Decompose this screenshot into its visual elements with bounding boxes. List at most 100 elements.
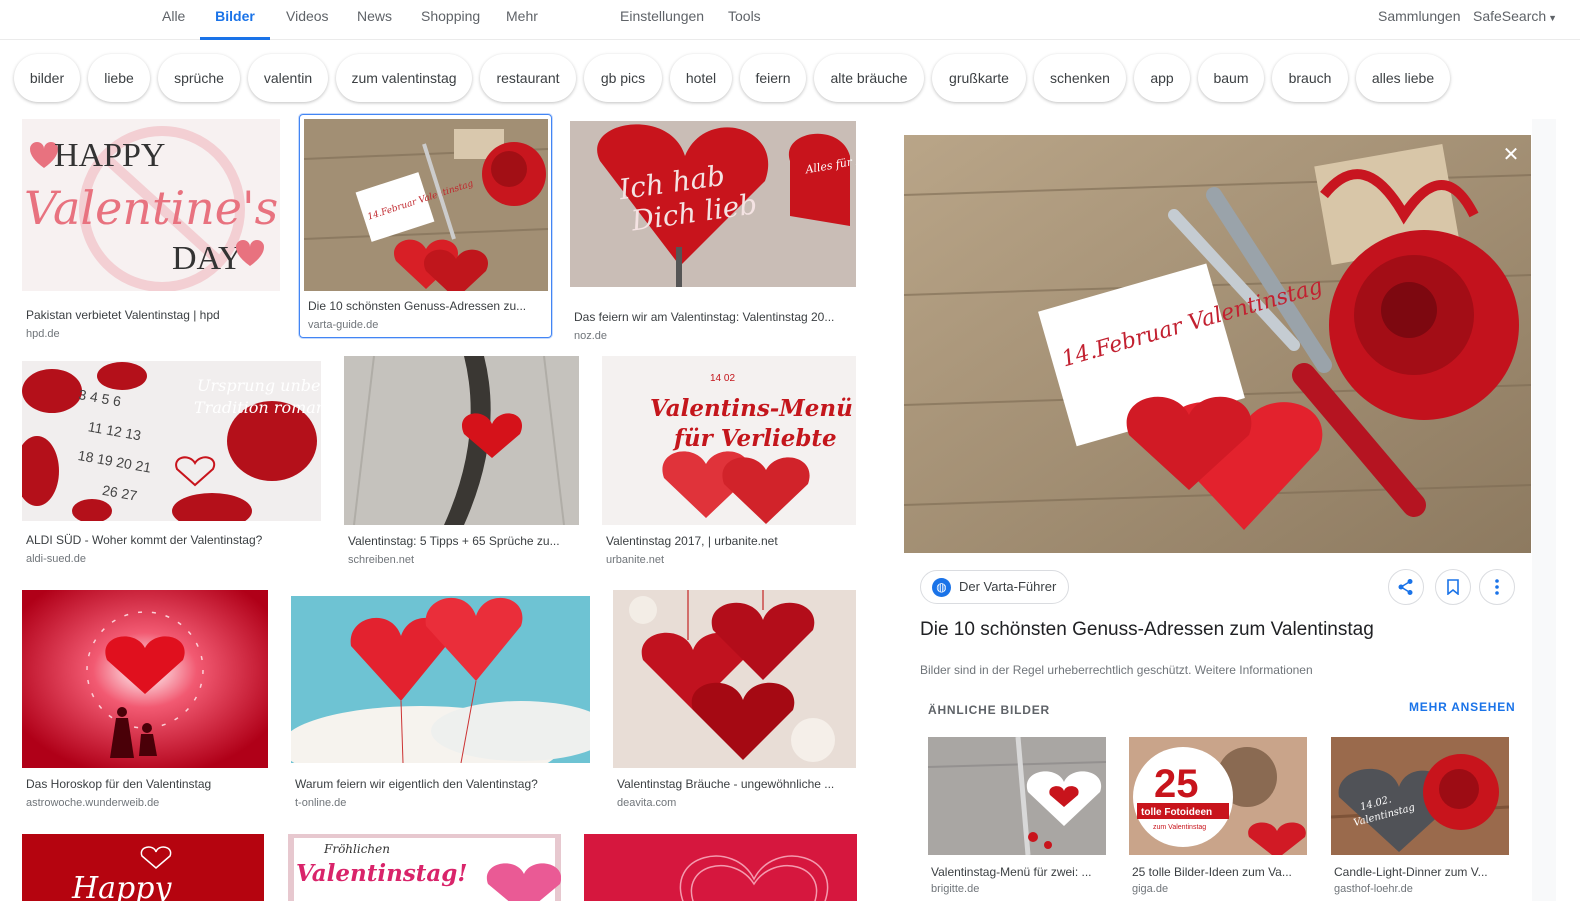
result-thumbnail[interactable]: Fröhlichen Valentinstag! (288, 834, 561, 901)
result-caption[interactable]: Valentinstag: 5 Tipps + 65 Sprüche zu... (348, 534, 576, 548)
similar-source[interactable]: giga.de (1132, 883, 1168, 895)
art-text: 25 (1154, 762, 1199, 806)
globe-icon: ◍ (932, 578, 951, 597)
save-button[interactable] (1435, 569, 1471, 605)
similar-caption[interactable]: Candle-Light-Dinner zum V... (1334, 865, 1504, 879)
result-thumbnail[interactable]: 14 02 Valentins-Menü für Verliebte (602, 356, 856, 525)
result-source[interactable]: deavita.com (617, 797, 676, 809)
art-text: HAPPY (54, 137, 165, 174)
result-tile[interactable]: 14 02 Valentins-Menü für Verliebte Valen… (602, 356, 858, 576)
chip-restaurant[interactable]: restaurant (480, 54, 576, 102)
settings-link[interactable]: Einstellungen (620, 0, 704, 40)
result-source[interactable]: noz.de (574, 330, 607, 339)
result-thumbnail[interactable]: 3 4 5 6 11 12 13 18 19 20 21 26 27 Urspr… (22, 361, 321, 521)
result-thumbnail[interactable] (613, 590, 856, 768)
art-text: für Verliebte (672, 425, 837, 452)
result-thumbnail[interactable]: Ich hab Dich lieb Alles für Dich (570, 121, 856, 287)
result-caption[interactable]: Die 10 schönsten Genuss-Adressen zu... (308, 299, 544, 313)
art-text: Tradition romantisch (194, 398, 321, 417)
chip-valentin[interactable]: valentin (248, 54, 328, 102)
image-results-grid: HAPPY Valentine's DAY Pakistan verbietet… (0, 110, 870, 901)
similar-caption[interactable]: 25 tolle Bilder-Ideen zum Va... (1132, 865, 1302, 879)
preview-image[interactable]: 14.Februar Valentinstag (904, 135, 1531, 553)
result-tile[interactable]: 3 4 5 6 11 12 13 18 19 20 21 26 27 Urspr… (22, 361, 322, 576)
chip-sprueche[interactable]: sprüche (158, 54, 240, 102)
close-icon[interactable]: ✕ (1500, 144, 1522, 166)
result-caption[interactable]: Valentinstag Bräuche - ungewöhnliche ... (617, 777, 855, 791)
result-tile[interactable]: Valentinstag Bräuche - ungewöhnliche ...… (613, 590, 858, 815)
chip-schenken[interactable]: schenken (1034, 54, 1126, 102)
caret-down-icon: ▼ (1548, 13, 1558, 23)
collections-link[interactable]: Sammlungen (1378, 0, 1461, 40)
result-caption[interactable]: Das feiern wir am Valentinstag: Valentin… (574, 310, 854, 324)
chip-liebe[interactable]: liebe (88, 54, 150, 102)
similar-thumbnail[interactable] (928, 737, 1106, 855)
preview-title[interactable]: Die 10 schönsten Genuss-Adressen zum Val… (920, 619, 1374, 641)
tools-link[interactable]: Tools (728, 0, 761, 40)
result-source[interactable]: schreiben.net (348, 554, 414, 566)
similar-caption[interactable]: Valentinstag-Menü für zwei: ... (931, 865, 1101, 879)
chip-gb-pics[interactable]: gb pics (584, 54, 662, 102)
result-tile[interactable]: HAPPY Valentine's DAY Pakistan verbietet… (22, 119, 282, 339)
chip-grusskarte[interactable]: grußkarte (932, 54, 1026, 102)
similar-source[interactable]: gasthof-loehr.de (1334, 883, 1413, 895)
more-options-button[interactable] (1479, 569, 1515, 605)
result-thumbnail[interactable]: HAPPY Valentine's DAY (22, 119, 280, 291)
result-thumbnail[interactable]: Happy (22, 834, 264, 901)
similar-images-heading: ÄHNLICHE BILDER (928, 703, 1050, 717)
result-source[interactable]: urbanite.net (606, 554, 664, 566)
result-thumbnail[interactable]: 14.Februar Valentinstag (304, 119, 548, 291)
result-thumbnail[interactable] (291, 596, 590, 763)
result-tile[interactable]: Valentinstag: 5 Tipps + 65 Sprüche zu...… (344, 356, 582, 576)
result-caption[interactable]: ALDI SÜD - Woher kommt der Valentinstag? (26, 533, 318, 547)
result-thumbnail[interactable] (344, 356, 579, 525)
chip-app[interactable]: app (1134, 54, 1190, 102)
chip-brauch[interactable]: brauch (1272, 54, 1348, 102)
result-source[interactable]: varta-guide.de (308, 319, 378, 331)
art-text: tolle Fotoideen (1141, 807, 1212, 818)
similar-thumbnail[interactable]: 25 tolle Fotoideen zum Valentinstag (1129, 737, 1307, 855)
result-tile[interactable]: Happy (22, 834, 265, 901)
bookmark-icon (1447, 579, 1459, 595)
result-source[interactable]: aldi-sued.de (26, 553, 86, 565)
tab-all[interactable]: Alle (162, 0, 185, 40)
result-tile[interactable]: Warum feiern wir eigentlich den Valentin… (291, 596, 592, 815)
result-tile[interactable] (584, 834, 858, 901)
result-thumbnail[interactable] (584, 834, 857, 901)
result-caption[interactable]: Valentinstag 2017, | urbanite.net (606, 534, 854, 548)
result-tile-selected[interactable]: 14.Februar Valentinstag Die 10 schönsten… (299, 114, 552, 338)
chip-zum-valentinstag[interactable]: zum valentinstag (336, 54, 472, 102)
similar-thumbnail[interactable]: 14.02. Valentinstag (1331, 737, 1509, 855)
result-tile[interactable]: Ich hab Dich lieb Alles für Dich Das fei… (570, 121, 858, 339)
chip-hotel[interactable]: hotel (670, 54, 732, 102)
tab-news[interactable]: News (357, 0, 392, 40)
result-caption[interactable]: Pakistan verbietet Valentinstag | hpd (26, 308, 278, 322)
result-source[interactable]: hpd.de (26, 328, 60, 339)
chip-alles-liebe[interactable]: alles liebe (1356, 54, 1450, 102)
result-tile[interactable]: Fröhlichen Valentinstag! (288, 834, 562, 901)
result-tile[interactable]: Das Horoskop für den Valentinstag astrow… (22, 590, 270, 815)
see-more-link[interactable]: MEHR ANSEHEN (1409, 700, 1516, 714)
result-caption[interactable]: Warum feiern wir eigentlich den Valentin… (295, 777, 589, 791)
copyright-notice: Bilder sind in der Regel urheberrechtlic… (920, 663, 1313, 677)
chip-feiern[interactable]: feiern (740, 54, 806, 102)
safesearch-label: SafeSearch (1473, 8, 1547, 24)
tab-more[interactable]: Mehr (506, 0, 538, 40)
art-text: Fröhlichen (323, 842, 390, 856)
result-source[interactable]: t-online.de (295, 797, 346, 809)
safesearch-menu[interactable]: SafeSearch ▼ (1473, 0, 1557, 40)
tab-videos[interactable]: Videos (286, 0, 329, 40)
result-source[interactable]: astrowoche.wunderweib.de (26, 797, 159, 809)
result-caption[interactable]: Das Horoskop für den Valentinstag (26, 777, 266, 791)
share-button[interactable] (1388, 569, 1424, 605)
chip-baum[interactable]: baum (1198, 54, 1264, 102)
tab-shopping[interactable]: Shopping (421, 0, 480, 40)
chip-alte-braeuche[interactable]: alte bräuche (814, 54, 924, 102)
source-name: Der Varta-Führer (959, 579, 1057, 594)
source-chip[interactable]: ◍ Der Varta-Führer (920, 570, 1070, 604)
chip-bilder[interactable]: bilder (14, 54, 80, 102)
art-text: Valentins-Menü (650, 395, 853, 422)
similar-source[interactable]: brigitte.de (931, 883, 979, 895)
tab-images[interactable]: Bilder (200, 0, 270, 40)
result-thumbnail[interactable] (22, 590, 268, 768)
